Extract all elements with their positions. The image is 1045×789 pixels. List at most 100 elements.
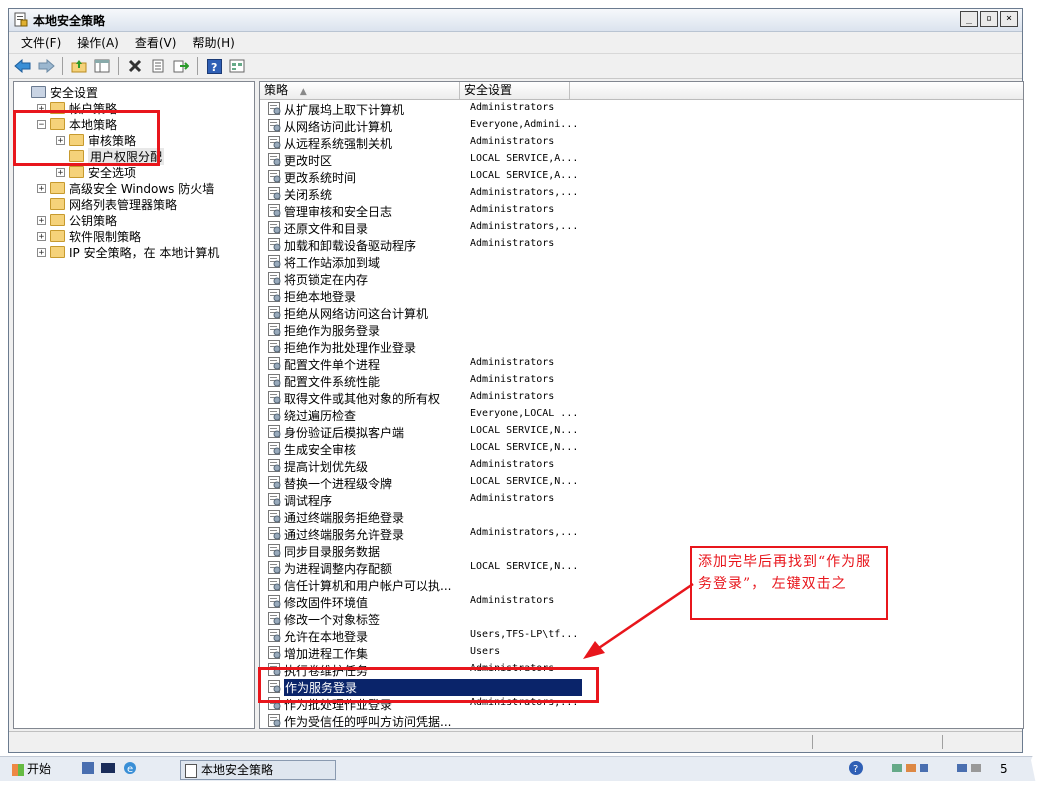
clock[interactable]: 5 <box>1000 760 1008 778</box>
policy-setting: Administrators <box>470 204 555 215</box>
tree-node-label: 软件限制策略 <box>69 229 142 244</box>
policy-icon <box>268 442 281 455</box>
forward-icon[interactable] <box>36 56 56 76</box>
quick-launch-server-icon[interactable] <box>80 760 96 778</box>
title-bar[interactable]: 本地安全策略 _ ▫ × <box>9 9 1022 32</box>
table-row[interactable]: 绕过遍历检查 Everyone,LOCAL ... <box>260 406 1020 423</box>
table-row[interactable]: 拒绝作为批处理作业登录 <box>260 338 1020 355</box>
table-row[interactable]: 同步目录服务数据 <box>260 542 1020 559</box>
folder-icon <box>50 198 65 210</box>
tree-node[interactable]: + 高级安全 Windows 防火墙 <box>37 180 214 196</box>
show-tree-icon[interactable] <box>92 56 112 76</box>
table-row[interactable]: 替换一个进程级令牌 LOCAL SERVICE,N... <box>260 474 1020 491</box>
tree-node[interactable]: + 安全选项 <box>56 164 136 180</box>
minimize-button[interactable]: _ <box>960 11 978 27</box>
table-row[interactable]: 身份验证后模拟客户端 LOCAL SERVICE,N... <box>260 423 1020 440</box>
policy-name: 配置文件单个进程 <box>284 358 381 372</box>
policy-name: 替换一个进程级令牌 <box>284 477 393 491</box>
folder-icon <box>50 230 65 242</box>
table-row[interactable]: 拒绝从网络访问这台计算机 <box>260 304 1020 321</box>
table-row[interactable]: 将工作站添加到域 <box>260 253 1020 270</box>
table-row[interactable]: 从远程系统强制关机 Administrators <box>260 134 1020 151</box>
table-row[interactable]: 更改时区 LOCAL SERVICE,A... <box>260 151 1020 168</box>
table-row[interactable]: 更改系统时间 LOCAL SERVICE,A... <box>260 168 1020 185</box>
policy-setting: LOCAL SERVICE,N... <box>470 476 579 487</box>
table-row[interactable]: 拒绝作为服务登录 <box>260 321 1020 338</box>
menu-view[interactable]: 查看(V) <box>129 32 183 52</box>
policy-name: 信任计算机和用户帐户可以执... <box>284 579 452 593</box>
table-row[interactable]: 生成安全审核 LOCAL SERVICE,N... <box>260 440 1020 457</box>
table-row[interactable]: 将页锁定在内存 <box>260 270 1020 287</box>
maximize-button[interactable]: ▫ <box>980 11 998 27</box>
table-row[interactable]: 拒绝本地登录 <box>260 287 1020 304</box>
policy-name: 从扩展坞上取下计算机 <box>284 103 405 117</box>
menu-help[interactable]: 帮助(H) <box>186 32 240 52</box>
windows-logo-icon <box>12 763 24 776</box>
start-label: 开始 <box>27 762 52 776</box>
highlight-box-service-logon <box>258 667 599 703</box>
properties-icon[interactable] <box>148 56 168 76</box>
table-row[interactable]: 配置文件单个进程 Administrators <box>260 355 1020 372</box>
policy-name: 调试程序 <box>284 494 333 508</box>
help-icon[interactable]: ? <box>204 56 224 76</box>
start-button[interactable]: 开始 <box>12 760 51 778</box>
tree-node[interactable]: + IP 安全策略，在 本地计算机 <box>37 244 219 260</box>
expand-icon[interactable]: + <box>37 247 46 257</box>
tree-node[interactable]: 网络列表管理器策略 <box>37 196 177 212</box>
toolbar-separator <box>62 57 63 75</box>
expand-icon[interactable]: + <box>37 231 46 241</box>
expand-icon[interactable]: + <box>37 215 46 225</box>
svg-text:?: ? <box>211 61 217 74</box>
table-row[interactable]: 调试程序 Administrators <box>260 491 1020 508</box>
expand-icon[interactable]: + <box>56 167 65 177</box>
tree-node[interactable]: + 公钥策略 <box>37 212 117 228</box>
tree-node[interactable]: 安全设置 <box>18 84 98 100</box>
expand-icon[interactable]: + <box>37 183 46 193</box>
table-row[interactable]: 还原文件和目录 Administrators,... <box>260 219 1020 236</box>
taskbar-window-item[interactable]: 本地安全策略 <box>180 760 336 780</box>
tree-node-label: IP 安全策略，在 本地计算机 <box>69 245 220 260</box>
table-row[interactable]: 关闭系统 Administrators,... <box>260 185 1020 202</box>
menu-action[interactable]: 操作(A) <box>71 32 125 52</box>
policy-name: 取得文件或其他对象的所有权 <box>284 392 441 406</box>
policy-setting: Administrators,... <box>470 221 579 232</box>
tray-volume-icon[interactable] <box>955 760 985 778</box>
security-settings-icon <box>31 86 46 98</box>
delete-icon[interactable] <box>125 56 145 76</box>
tree-node-label: 网络列表管理器策略 <box>69 197 178 212</box>
tree-node[interactable]: + 软件限制策略 <box>37 228 141 244</box>
table-row[interactable]: 配置文件系统性能 Administrators <box>260 372 1020 389</box>
quick-launch-ie-icon[interactable]: e <box>122 760 138 778</box>
quick-launch-terminal-icon[interactable] <box>100 760 116 778</box>
menu-file[interactable]: 文件(F) <box>15 32 67 52</box>
policy-setting: LOCAL SERVICE,N... <box>470 425 579 436</box>
up-folder-icon[interactable] <box>69 56 89 76</box>
table-row[interactable]: 取得文件或其他对象的所有权 Administrators <box>260 389 1020 406</box>
column-header-setting[interactable]: 安全设置 <box>460 82 570 99</box>
window-title: 本地安全策略 <box>33 14 106 28</box>
policy-setting: Administrators <box>470 238 555 249</box>
table-row[interactable]: 加载和卸载设备驱动程序 Administrators <box>260 236 1020 253</box>
table-row[interactable]: 通过终端服务拒绝登录 <box>260 508 1020 525</box>
table-row[interactable]: 通过终端服务允许登录 Administrators,... <box>260 525 1020 542</box>
table-row[interactable]: 从扩展坞上取下计算机 Administrators <box>260 100 1020 117</box>
policy-icon <box>268 272 281 285</box>
close-button[interactable]: × <box>1000 11 1018 27</box>
tray-network-icon[interactable] <box>890 760 930 778</box>
tray-help-icon[interactable]: ? <box>848 760 864 778</box>
view-icon[interactable] <box>227 56 247 76</box>
table-row[interactable]: 管理审核和安全日志 Administrators <box>260 202 1020 219</box>
back-icon[interactable] <box>13 56 33 76</box>
policy-icon <box>268 476 281 489</box>
table-row[interactable]: 从网络访问此计算机 Everyone,Admini... <box>260 117 1020 134</box>
policy-setting: Administrators <box>470 459 555 470</box>
table-row[interactable]: 为进程调整内存配额 LOCAL SERVICE,N... <box>260 559 1020 576</box>
policy-icon <box>268 238 281 251</box>
column-header-policy[interactable]: 策略 ▲ <box>260 82 460 99</box>
highlight-box-local-policy <box>13 110 160 166</box>
table-row[interactable]: 作为受信任的呼叫方访问凭据... <box>260 712 1020 728</box>
export-icon[interactable] <box>171 56 191 76</box>
policy-icon <box>268 493 281 506</box>
table-row[interactable]: 提高计划优先级 Administrators <box>260 457 1020 474</box>
policy-icon <box>268 136 281 149</box>
